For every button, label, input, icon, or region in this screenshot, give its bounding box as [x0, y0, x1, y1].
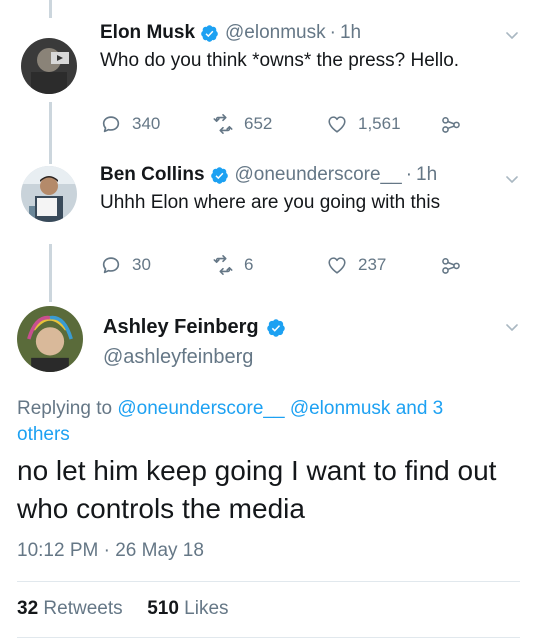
tweet-actions: 30 6 237 — [100, 254, 470, 278]
share-button[interactable] — [440, 113, 462, 135]
verified-icon — [266, 318, 286, 338]
tweet-text: Uhhh Elon where are you going with this — [100, 192, 441, 213]
retweet-button[interactable]: 652 — [212, 113, 272, 135]
separator-dot: · — [405, 164, 413, 185]
separator-dot: · — [329, 22, 336, 43]
reply-count: 340 — [132, 114, 161, 133]
handle[interactable]: @elonmusk — [225, 22, 326, 44]
retweet-button[interactable]: 6 — [212, 254, 253, 276]
main-tweet-header: Ashley Feinberg — [103, 316, 292, 339]
main-tweet-text: no let him keep going I want to find out… — [17, 455, 497, 524]
handle[interactable]: @oneunderscore__ — [235, 164, 402, 186]
caret-down-icon[interactable] — [505, 28, 519, 42]
likes-label: Likes — [184, 598, 229, 619]
reply-count: 30 — [132, 255, 151, 274]
retweets-label: Retweets — [43, 598, 123, 619]
like-icon — [328, 257, 346, 274]
retweet-count: 6 — [244, 255, 254, 274]
avatar-elon-image — [21, 38, 77, 94]
display-name[interactable]: Elon Musk — [100, 22, 195, 44]
share-icon — [442, 257, 460, 274]
display-name[interactable]: Ben Collins — [100, 164, 205, 186]
thread-line-top — [49, 0, 52, 18]
likes-count: 510 — [147, 598, 179, 619]
share-button[interactable] — [440, 254, 462, 276]
verified-icon — [210, 166, 229, 185]
retweet-icon — [213, 255, 233, 275]
tweet-text: Who do you think *owns* the press? Hello… — [100, 50, 460, 71]
tweet-time[interactable]: 1h — [416, 164, 437, 186]
divider — [17, 637, 520, 638]
retweet-count: 652 — [244, 114, 273, 133]
avatar[interactable] — [17, 306, 83, 372]
like-count: 1,561 — [358, 114, 401, 133]
tweet-thread-view: Elon Musk @elonmusk · 1h Who do you thin… — [0, 0, 537, 640]
tweet-header: Ben Collins @oneunderscore__ · 1h — [100, 164, 437, 186]
reply-button[interactable]: 30 — [100, 254, 151, 276]
tweet-actions: 340 652 1,561 — [100, 113, 470, 137]
likes-stat[interactable]: 510 Likes — [147, 598, 228, 619]
avatar[interactable] — [21, 38, 77, 94]
tweet-header: Elon Musk @elonmusk · 1h — [100, 22, 361, 44]
retweet-icon — [213, 114, 233, 134]
tweet-time[interactable]: 1h — [340, 22, 361, 44]
caret-down-icon[interactable] — [505, 320, 519, 334]
engagement-stats: 32 Retweets 510 Likes — [17, 598, 229, 620]
avatar[interactable] — [21, 166, 77, 222]
replying-prefix: Replying to — [17, 398, 118, 419]
mention-link[interactable]: @oneunderscore__ — [117, 398, 284, 419]
thread-line-2 — [49, 244, 52, 302]
avatar-ben-image — [21, 166, 77, 222]
display-name[interactable]: Ashley Feinberg — [103, 316, 259, 339]
avatar-ashley-image — [17, 306, 83, 372]
thread-line-1 — [49, 102, 52, 164]
like-button[interactable]: 237 — [326, 254, 386, 276]
reply-icon — [102, 257, 120, 274]
replying-to: Replying to @oneunderscore__ @elonmusk a… — [17, 396, 487, 448]
retweets-stat[interactable]: 32 Retweets — [17, 598, 123, 619]
like-button[interactable]: 1,561 — [326, 113, 401, 135]
handle[interactable]: @ashleyfeinberg — [103, 346, 253, 369]
tweet-timestamp[interactable]: 10:12 PM · 26 May 18 — [17, 540, 204, 562]
retweets-count: 32 — [17, 598, 39, 619]
mention-link[interactable]: @elonmusk — [290, 398, 391, 419]
verified-icon — [200, 24, 219, 43]
caret-down-icon[interactable] — [505, 172, 519, 186]
reply-button[interactable]: 340 — [100, 113, 160, 135]
reply-icon — [102, 116, 120, 133]
divider — [17, 581, 520, 582]
share-icon — [442, 116, 460, 133]
like-count: 237 — [358, 255, 387, 274]
like-icon — [328, 116, 346, 133]
